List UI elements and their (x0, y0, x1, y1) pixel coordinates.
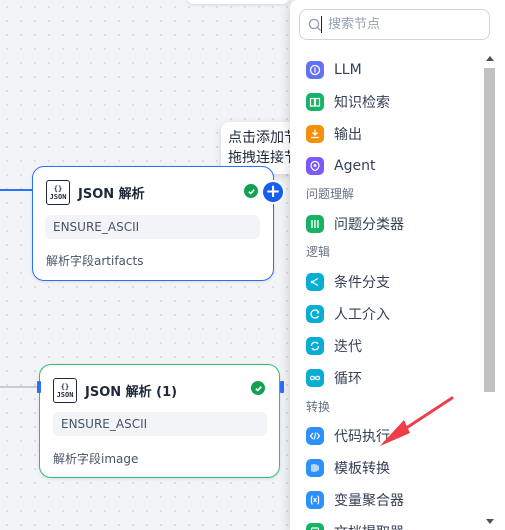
node-header: {} JSON JSON 解析 (46, 180, 145, 205)
node-item-doc-extractor[interactable]: 文档提取器 (306, 522, 404, 530)
node-item-label: 代码执行 (334, 429, 390, 445)
node-item-llm[interactable]: LLM (306, 60, 362, 80)
loop-icon (306, 369, 324, 387)
node-item-label: LLM (334, 62, 362, 78)
node-item-label: 迭代 (334, 339, 362, 355)
node-item-label: 人工介入 (334, 307, 390, 323)
node-picker-panel: LLM 知识检索 输出 Agent 问题理解 问题分类器 (290, 0, 505, 530)
scroll-up-arrow-icon[interactable] (486, 56, 494, 61)
node-item-if-else[interactable]: 条件分支 (306, 272, 390, 292)
search-input[interactable] (328, 17, 478, 32)
json-parse-node[interactable]: {} JSON JSON 解析 (1) ENSURE_ASCII 解析字段ima… (39, 364, 280, 478)
success-check-icon (251, 381, 265, 395)
json-icon-braces: {} (53, 184, 63, 193)
variable-chip: ENSURE_ASCII (53, 412, 267, 436)
json-icon-braces: {} (60, 382, 70, 391)
node-item-answer[interactable]: 输出 (306, 124, 362, 144)
node-title: JSON 解析 (78, 187, 145, 202)
text-caret (321, 16, 322, 33)
code-icon (306, 427, 324, 445)
node-item-label: 文档提取器 (334, 522, 404, 530)
node-item-question-classifier[interactable]: 问题分类器 (306, 214, 404, 234)
llm-icon (306, 61, 324, 79)
node-item-label: 问题分类器 (334, 217, 404, 233)
agent-icon (306, 157, 324, 175)
node-input-handle[interactable] (37, 381, 41, 393)
variable-aggregator-icon (306, 491, 324, 509)
add-node-plus-button[interactable]: + (263, 182, 283, 202)
json-icon: {} JSON (53, 378, 77, 403)
node-description: 解析字段image (53, 452, 139, 466)
node-item-label: 输出 (334, 127, 362, 143)
node-header: {} JSON JSON 解析 (1) (53, 378, 177, 403)
node-item-loop[interactable]: 循环 (306, 368, 362, 388)
json-parse-node[interactable]: {} JSON JSON 解析 ENSURE_ASCII 解析字段artifac… (32, 166, 274, 281)
knowledge-retrieval-icon (306, 93, 324, 111)
node-output-handle[interactable] (280, 381, 284, 393)
scroll-down-arrow-icon[interactable] (486, 519, 494, 524)
connection-edge (0, 386, 39, 388)
node-item-agent[interactable]: Agent (306, 156, 375, 176)
node-item-knowledge-retrieval[interactable]: 知识检索 (306, 92, 390, 112)
search-box[interactable] (299, 9, 490, 40)
question-classifier-icon (306, 215, 324, 233)
json-icon-label: JSON (56, 390, 74, 399)
node-item-iteration[interactable]: 迭代 (306, 336, 362, 356)
node-description: 解析字段artifacts (46, 254, 144, 268)
node-title: JSON 解析 (1) (85, 385, 178, 400)
node-item-label: 循环 (334, 371, 362, 387)
human-input-icon (306, 305, 324, 323)
group-title: 转换 (306, 400, 331, 414)
group-title: 问题理解 (306, 187, 355, 201)
doc-extractor-icon (306, 523, 324, 530)
group-title: 逻辑 (306, 245, 331, 259)
variable-chip: ENSURE_ASCII (45, 215, 260, 239)
node-item-label: 变量聚合器 (334, 493, 404, 509)
success-check-icon (244, 184, 258, 198)
connection-edge (0, 189, 32, 191)
node-item-label: Agent (334, 158, 376, 174)
node-item-code[interactable]: 代码执行 (306, 426, 390, 446)
template-transform-icon (306, 459, 324, 477)
canvas-node-fragment (186, 0, 290, 4)
json-icon-label: JSON (49, 192, 67, 201)
iteration-icon (306, 337, 324, 355)
if-else-icon (306, 273, 324, 291)
search-icon (308, 18, 322, 31)
node-item-human-input[interactable]: 人工介入 (306, 304, 390, 324)
node-item-label: 知识检索 (334, 95, 390, 111)
answer-icon (306, 125, 324, 143)
node-item-label: 条件分支 (334, 275, 390, 291)
scroll-thumb[interactable] (484, 68, 495, 392)
json-icon: {} JSON (46, 180, 70, 205)
scrollbar[interactable] (483, 48, 497, 530)
node-item-label: 模板转换 (334, 461, 390, 477)
node-item-variable-aggregator[interactable]: 变量聚合器 (306, 490, 404, 510)
node-item-template-transform[interactable]: 模板转换 (306, 458, 390, 478)
